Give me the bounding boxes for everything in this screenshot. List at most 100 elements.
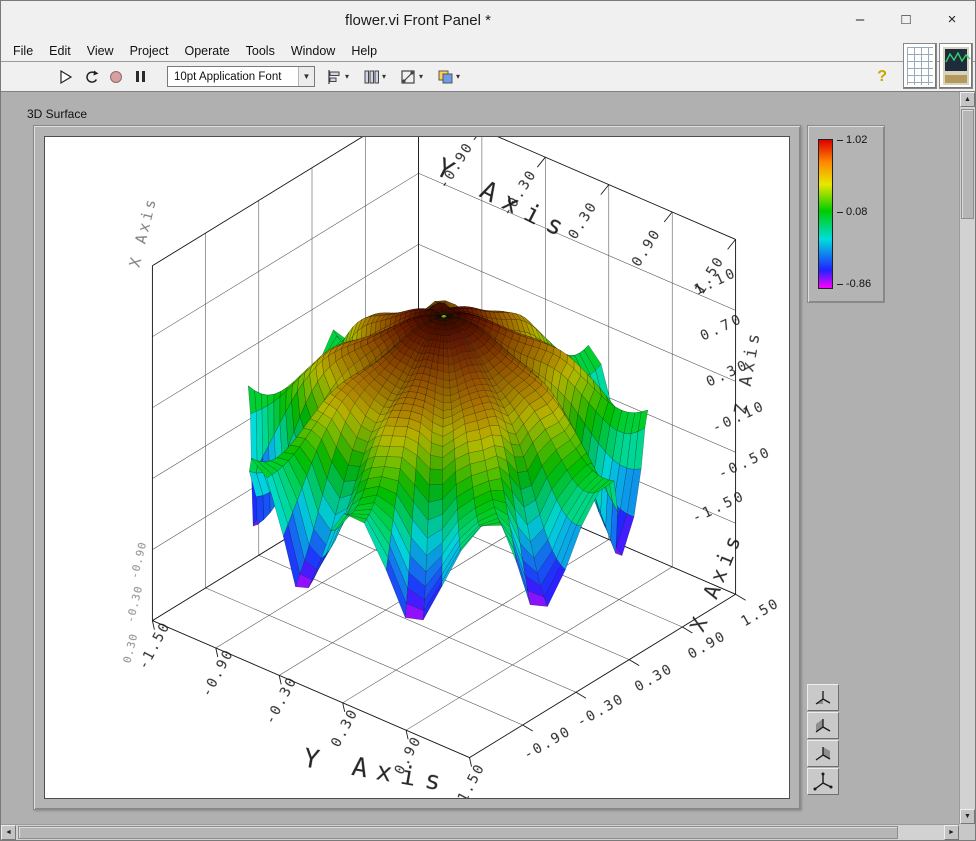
run-icon	[58, 69, 74, 85]
menu-bar: File Edit View Project Operate Tools Win…	[1, 41, 975, 62]
toolbar: 10pt Application Font ▼ ▾ ▾	[1, 62, 975, 92]
distribute-objects-icon	[363, 69, 380, 85]
view-3d-projection-button[interactable]	[807, 768, 839, 795]
reorder-objects-icon	[437, 69, 454, 85]
plot-label: 3D Surface	[27, 107, 87, 121]
surface-plot-frame: -1.50-0.90-0.300.300.901.50-0.90-0.300.3…	[33, 125, 801, 810]
menu-file[interactable]: File	[5, 42, 41, 60]
x-axis-title-mirror: X Axis	[126, 195, 161, 269]
axis-tick-label: -0.30	[124, 584, 146, 624]
view-xy-plane-button[interactable]	[807, 684, 839, 711]
axis-tick-label: 0.90	[629, 226, 665, 270]
menu-view[interactable]: View	[79, 42, 122, 60]
front-panel: 3D Surface -1.50-0.90-0.300.300.901.50-0…	[1, 92, 959, 824]
scroll-left-button[interactable]: ◄	[1, 825, 16, 840]
help-button[interactable]: ?	[877, 68, 887, 86]
vertical-scroll-thumb[interactable]	[961, 109, 974, 219]
align-objects-button[interactable]: ▾	[323, 65, 352, 89]
reorder-objects-button[interactable]: ▾	[434, 65, 463, 89]
pause-icon	[136, 71, 145, 82]
axis-tick-label: -0.50	[716, 444, 775, 483]
axis-tick-label: -0.90	[521, 724, 574, 764]
chevron-down-icon: ▾	[345, 72, 349, 81]
axis-tick-label: 1.50	[455, 761, 489, 798]
tick-mark	[837, 284, 843, 285]
run-continuously-icon	[83, 69, 99, 85]
abort-button[interactable]	[103, 65, 128, 89]
axis-tick-label: -0.30	[262, 674, 301, 728]
surface-mesh	[248, 301, 648, 620]
color-scale-max-row: 1.02	[837, 134, 867, 146]
surface-plot-area: -1.50-0.90-0.300.300.901.50-0.90-0.300.3…	[44, 136, 790, 799]
alignment-grid-icon	[907, 47, 933, 85]
view-tools-palette	[807, 684, 841, 796]
menu-project[interactable]: Project	[122, 42, 177, 60]
chevron-down-icon: ▾	[456, 72, 460, 81]
color-scale-mid: 0.08	[846, 206, 867, 218]
menu-operate[interactable]: Operate	[176, 42, 237, 60]
color-scale-max: 1.02	[846, 134, 867, 146]
view-yz-plane-icon	[813, 744, 833, 764]
alignment-grid-button[interactable]	[903, 43, 937, 89]
maximize-button[interactable]: □	[883, 1, 929, 41]
color-scale-min-row: -0.86	[837, 278, 871, 290]
view-3d-projection-icon	[813, 772, 833, 792]
distribute-objects-button[interactable]: ▾	[360, 65, 389, 89]
axis-tick-label: -0.90	[199, 646, 238, 700]
font-selector[interactable]: 10pt Application Font ▼	[167, 66, 315, 87]
minimize-button[interactable]: –	[837, 1, 883, 41]
menu-window[interactable]: Window	[283, 42, 343, 60]
labview-instrument-icon	[943, 47, 969, 85]
tick-mark	[837, 140, 843, 141]
view-xy-plane-icon	[813, 688, 833, 708]
font-selector-value: 10pt Application Font	[174, 71, 281, 83]
window-controls: – □ ×	[837, 1, 975, 41]
axis-tick-label: 0.30	[632, 661, 676, 696]
menu-tools[interactable]: Tools	[238, 42, 283, 60]
tick-mark	[837, 212, 843, 213]
menu-help[interactable]: Help	[343, 42, 385, 60]
view-xz-plane-icon	[813, 716, 833, 736]
horizontal-scroll-thumb[interactable]	[18, 826, 898, 839]
corner-buttons	[903, 43, 973, 89]
menu-edit[interactable]: Edit	[41, 42, 79, 60]
y-axis-title-bottom: Y Axis	[301, 744, 452, 798]
window-title: flower.vi Front Panel *	[1, 1, 835, 41]
pause-button[interactable]	[128, 65, 153, 89]
axis-tick-label: -1.50	[690, 488, 749, 527]
labview-window: flower.vi Front Panel * – □ × File Edit …	[0, 0, 976, 841]
run-button[interactable]	[53, 65, 78, 89]
color-scale-min: -0.86	[846, 278, 871, 290]
scroll-up-button[interactable]: ▲	[960, 92, 975, 107]
chevron-down-icon[interactable]: ▼	[298, 67, 314, 86]
axis-tick-label: 1.50	[739, 595, 783, 630]
color-gradient-bar	[818, 139, 833, 289]
align-objects-icon	[326, 69, 343, 85]
chevron-down-icon: ▾	[382, 72, 386, 81]
run-continuously-button[interactable]	[78, 65, 103, 89]
color-scale: 1.02 0.08 -0.86	[807, 125, 885, 303]
view-xz-plane-button[interactable]	[807, 712, 839, 739]
axis-tick-label: -0.90	[128, 540, 150, 580]
horizontal-scrollbar[interactable]: ◄ ►	[1, 824, 959, 840]
axis-tick-label: -1.50	[136, 619, 175, 673]
vertical-scrollbar[interactable]: ▲ ▼	[959, 92, 975, 824]
axis-tick-label: 0.30	[328, 706, 362, 750]
abort-icon	[110, 71, 122, 83]
close-button[interactable]: ×	[929, 1, 975, 41]
labview-icon-button[interactable]	[939, 43, 973, 89]
surface-plot-canvas[interactable]: -1.50-0.90-0.300.300.901.50-0.90-0.300.3…	[45, 137, 789, 798]
x-axis-title: X Axis	[686, 528, 748, 635]
color-scale-mid-row: 0.08	[837, 206, 867, 218]
axis-tick-label: -0.30	[574, 691, 627, 731]
view-yz-plane-button[interactable]	[807, 740, 839, 767]
resize-objects-button[interactable]: ▾	[397, 65, 426, 89]
title-bar: flower.vi Front Panel * – □ ×	[1, 1, 975, 41]
scrollbar-corner	[959, 824, 975, 840]
y-axis-title-top: Y Axis	[431, 153, 576, 247]
resize-objects-icon	[400, 69, 417, 85]
chevron-down-icon: ▾	[419, 72, 423, 81]
scroll-right-button[interactable]: ►	[944, 825, 959, 840]
scroll-down-button[interactable]: ▼	[960, 809, 975, 824]
axis-tick-label: 0.70	[698, 311, 746, 345]
